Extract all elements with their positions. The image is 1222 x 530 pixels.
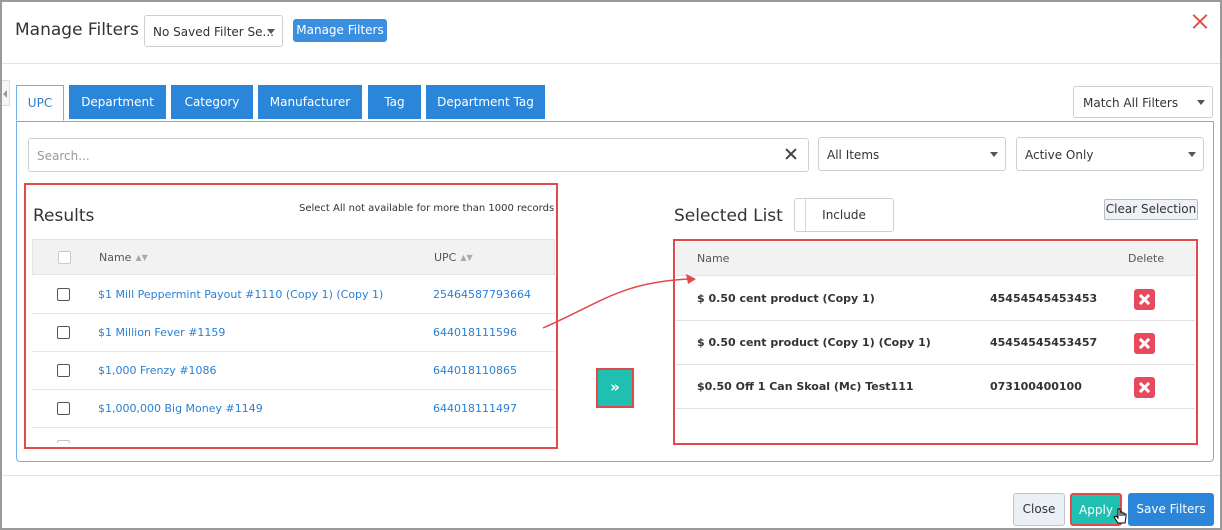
clear-selection-button[interactable]: Clear Selection: [1104, 199, 1198, 220]
results-note: Select All not available for more than 1…: [299, 203, 555, 214]
clear-search-icon[interactable]: [784, 147, 798, 161]
manage-filters-button[interactable]: Manage Filters: [293, 19, 387, 42]
tab-department[interactable]: Department: [69, 85, 166, 119]
items-select-value: All Items: [827, 148, 880, 162]
row-checkbox[interactable]: [57, 440, 70, 443]
row-checkbox[interactable]: [57, 402, 70, 415]
tab-category[interactable]: Category: [171, 85, 253, 119]
row-checkbox[interactable]: [57, 326, 70, 339]
selected-highlight: [673, 239, 1198, 445]
chevron-down-icon: [1197, 100, 1205, 105]
table-row[interactable]: $1 Mill Peppermint Payout #1110 (Copy 1)…: [32, 276, 555, 314]
table-row[interactable]: $1,000,000 Big Money #1149 644018111497: [32, 390, 555, 428]
chevron-down-icon: [1188, 152, 1196, 157]
save-filters-button[interactable]: Save Filters: [1128, 493, 1214, 526]
table-row[interactable]: [32, 428, 555, 443]
close-button[interactable]: Close: [1013, 493, 1065, 526]
table-row[interactable]: $1 Million Fever #1159 644018111596: [32, 314, 555, 352]
match-filters-select[interactable]: Match All Filters: [1073, 86, 1213, 118]
tab-manufacturer[interactable]: Manufacturer: [258, 85, 362, 119]
row-checkbox[interactable]: [57, 364, 70, 377]
tab-upc[interactable]: UPC: [16, 85, 64, 121]
chevron-left-icon[interactable]: [2, 80, 10, 106]
tab-tag[interactable]: Tag: [368, 85, 421, 119]
upc-column-label: UPC: [434, 251, 457, 264]
tab-department-tag[interactable]: Department Tag: [426, 85, 545, 119]
match-filters-select-value: Match All Filters: [1083, 96, 1179, 110]
selected-list-title: Selected List: [674, 206, 783, 226]
include-toggle-button[interactable]: Include: [794, 198, 894, 232]
status-select-value: Active Only: [1025, 148, 1094, 162]
move-to-selected-button[interactable]: »: [596, 368, 634, 408]
sort-icon: ▲▼: [460, 253, 473, 262]
result-upc-link[interactable]: 644018110865: [433, 364, 517, 377]
select-all-checkbox[interactable]: [58, 251, 71, 264]
result-upc-link[interactable]: 644018111497: [433, 402, 517, 415]
search-placeholder: Search...: [37, 149, 90, 163]
hand-cursor-icon: [1113, 508, 1127, 524]
result-upc-link[interactable]: 25464587793664: [433, 288, 531, 301]
upc-column-header[interactable]: UPC ▲▼: [434, 251, 473, 264]
result-upc-link[interactable]: 644018111596: [433, 326, 517, 339]
result-name-link[interactable]: $1 Mill Peppermint Payout #1110 (Copy 1)…: [98, 288, 383, 301]
result-name-link[interactable]: $1,000 Frenzy #1086: [98, 364, 217, 377]
result-name-link[interactable]: $1,000,000 Big Money #1149: [98, 402, 263, 415]
table-row[interactable]: $1,000 Frenzy #1086 644018110865: [32, 352, 555, 390]
search-input[interactable]: Search...: [28, 138, 809, 172]
status-select[interactable]: Active Only: [1016, 137, 1204, 171]
chevron-down-icon: [267, 29, 275, 34]
name-column-header[interactable]: Name ▲▼: [99, 251, 148, 264]
name-column-label: Name: [99, 251, 132, 264]
filter-panel: Search... All Items Active Only Results …: [16, 121, 1214, 462]
results-table-header: Name ▲▼ UPC ▲▼: [32, 239, 555, 275]
items-select[interactable]: All Items: [818, 137, 1006, 171]
result-name-link[interactable]: $1 Million Fever #1159: [98, 326, 225, 339]
chevron-down-icon: [990, 152, 998, 157]
modal-footer: Close Apply Save Filters: [2, 475, 1220, 530]
close-icon[interactable]: [1192, 14, 1208, 30]
sort-icon: ▲▼: [135, 253, 148, 262]
manage-filters-modal: Manage Filters No Saved Filter Se... Man…: [0, 0, 1222, 530]
saved-filter-select-value: No Saved Filter Se...: [153, 25, 274, 39]
saved-filter-select[interactable]: No Saved Filter Se...: [144, 15, 283, 47]
results-table: Name ▲▼ UPC ▲▼ $1 Mill Peppermint Payout #…: [32, 239, 555, 443]
row-checkbox[interactable]: [57, 288, 70, 301]
results-title: Results: [33, 206, 95, 226]
modal-title: Manage Filters: [15, 20, 139, 40]
modal-header: Manage Filters No Saved Filter Se... Man…: [2, 2, 1220, 64]
